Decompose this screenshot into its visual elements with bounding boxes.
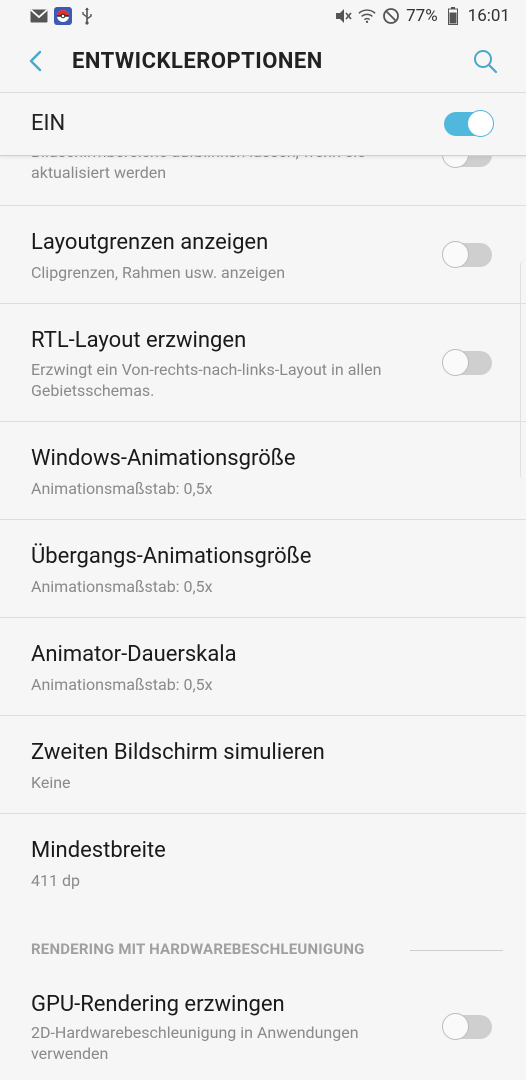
list-item-title: Layoutgrenzen anzeigen bbox=[31, 230, 269, 255]
search-icon bbox=[474, 50, 498, 74]
master-switch-row[interactable]: EIN bbox=[0, 92, 526, 156]
scrollbar[interactable] bbox=[520, 260, 526, 480]
list-item-subtitle: Clipgrenzen, Rahmen usw. anzeigen bbox=[31, 263, 286, 282]
status-bar-right: 77% 16:01 bbox=[334, 6, 510, 26]
status-bar: 77% 16:01 bbox=[0, 0, 526, 32]
search-button[interactable] bbox=[472, 48, 498, 74]
list-item-subtitle: 411 dp bbox=[31, 871, 80, 890]
wifi-icon bbox=[358, 7, 376, 25]
layoutgrenzen-toggle[interactable] bbox=[442, 241, 492, 268]
master-switch-label: EIN bbox=[31, 111, 66, 136]
list-item-title: GPU-Rendering erzwingen bbox=[31, 992, 285, 1017]
section-divider bbox=[410, 950, 503, 951]
list-item-partial[interactable]: Bildschirmbereiche aufblinken lassen, we… bbox=[0, 154, 526, 206]
list-item-smallest-width[interactable]: Mindestbreite 411 dp bbox=[0, 814, 526, 912]
list-item-simulate-secondary-display[interactable]: Zweiten Bildschirm simulieren Keine bbox=[0, 716, 526, 814]
toggle-knob bbox=[467, 110, 494, 137]
list-item-title: RTL-Layout erzwingen bbox=[31, 328, 247, 353]
list-item-title: Mindestbreite bbox=[31, 838, 166, 863]
list-item-force-gpu-rendering[interactable]: GPU-Rendering erzwingen 2D-Hardwarebesch… bbox=[0, 976, 526, 1080]
mute-icon bbox=[334, 7, 352, 25]
usb-icon bbox=[78, 7, 96, 25]
master-switch-toggle[interactable] bbox=[444, 110, 494, 137]
gpu-rendering-toggle[interactable] bbox=[442, 1013, 492, 1040]
settings-list[interactable]: Bildschirmbereiche aufblinken lassen, we… bbox=[0, 154, 526, 1080]
list-item-subtitle: Bildschirmbereiche aufblinken lassen, we… bbox=[31, 154, 366, 182]
list-item-title: Animator-Dauerskala bbox=[31, 642, 237, 667]
list-item-subtitle: Animationsmaßstab: 0,5x bbox=[31, 577, 213, 596]
battery-icon bbox=[444, 7, 462, 25]
list-item-rtl-layout[interactable]: RTL-Layout erzwingen Erzwingt ein Von-re… bbox=[0, 304, 526, 422]
toggle-knob bbox=[442, 349, 469, 376]
list-item-title: Zweiten Bildschirm simulieren bbox=[31, 740, 325, 765]
list-item-transition-animation-scale[interactable]: Übergangs-Animationsgröße Animationsmaßs… bbox=[0, 520, 526, 618]
toggle-knob bbox=[442, 1013, 469, 1040]
toggle-knob bbox=[442, 241, 469, 268]
clock: 16:01 bbox=[467, 6, 510, 26]
back-button[interactable] bbox=[24, 46, 48, 76]
list-item-subtitle: Keine bbox=[31, 773, 71, 792]
list-item-window-animation-scale[interactable]: Windows-Animationsgröße Animationsmaßsta… bbox=[0, 422, 526, 520]
section-header: RENDERING MIT HARDWAREBESCHLEUNIGUNG bbox=[31, 940, 365, 958]
toggle-knob bbox=[442, 154, 469, 168]
gmail-icon bbox=[30, 7, 48, 25]
chevron-left-icon bbox=[29, 50, 42, 72]
list-item-subtitle: Animationsmaßstab: 0,5x bbox=[31, 479, 213, 498]
app-bar: ENTWICKLEROPTIONEN bbox=[0, 32, 526, 92]
pokeball-icon bbox=[54, 7, 72, 25]
list-item-layoutgrenzen[interactable]: Layoutgrenzen anzeigen Clipgrenzen, Rahm… bbox=[0, 206, 526, 304]
list-item-subtitle: Animationsmaßstab: 0,5x bbox=[31, 675, 213, 694]
list-item-title: Windows-Animationsgröße bbox=[31, 446, 296, 471]
page-title: ENTWICKLEROPTIONEN bbox=[72, 49, 323, 74]
list-item-subtitle: 2D-Hardwarebeschleunigung in Anwendungen… bbox=[31, 1023, 359, 1063]
do-not-disturb-icon bbox=[382, 7, 400, 25]
battery-percent: 77% bbox=[406, 6, 438, 26]
list-item-subtitle: Erzwingt ein Von-rechts-nach-links-Layou… bbox=[31, 360, 382, 400]
rtl-layout-toggle[interactable] bbox=[442, 349, 492, 376]
list-item-title: Übergangs-Animationsgröße bbox=[31, 544, 312, 569]
list-item-animator-duration-scale[interactable]: Animator-Dauerskala Animationsmaßstab: 0… bbox=[0, 618, 526, 716]
status-bar-left bbox=[30, 7, 96, 25]
